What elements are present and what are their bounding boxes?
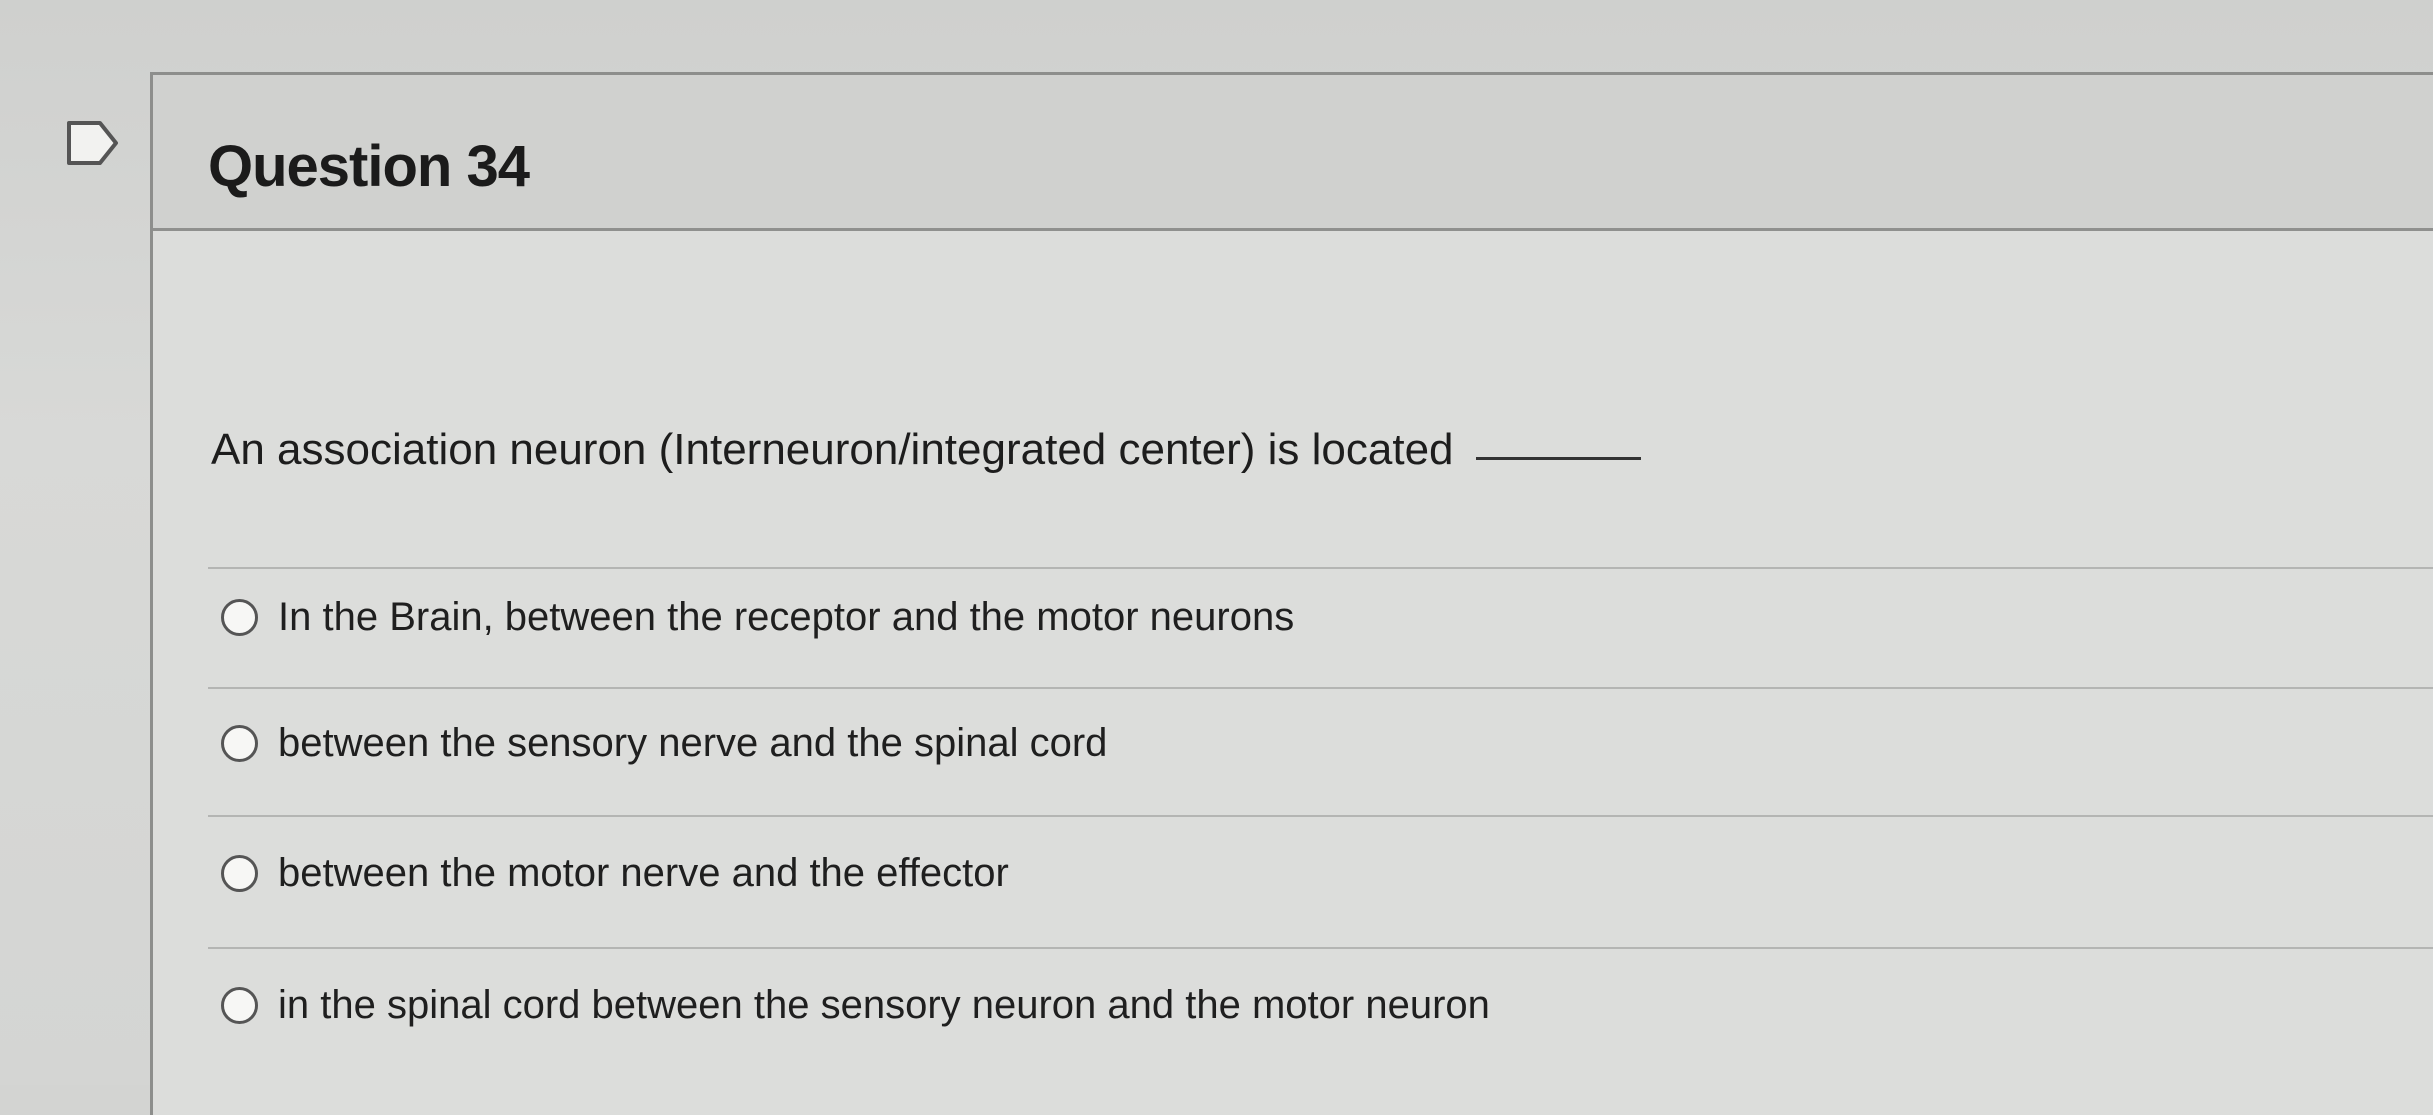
flag-icon-svg [67,121,118,165]
answer-option-3[interactable]: between the motor nerve and the effector [221,843,1009,903]
separator [208,947,2433,949]
answer-option-4[interactable]: in the spinal cord between the sensory n… [221,975,1490,1035]
flag-icon[interactable] [66,120,120,166]
radio-button[interactable] [221,854,258,892]
answer-option-2[interactable]: between the sensory nerve and the spinal… [221,713,1107,773]
separator [208,815,2433,817]
separator [208,687,2433,689]
radio-button[interactable] [221,598,258,636]
answer-option-label: In the Brain, between the receptor and t… [278,594,1295,639]
question-header: Question 34 [153,75,2433,231]
answer-blank [1475,457,1641,460]
question-prompt: An association neuron (Interneuron/integ… [211,425,1641,475]
question-card: Question 34 2 An association neuron (Int… [150,72,2433,1115]
answer-option-label: in the spinal cord between the sensory n… [278,982,1490,1027]
separator [208,567,2433,569]
question-text: An association neuron (Interneuron/integ… [211,425,1454,474]
question-title: Question 34 [208,134,530,199]
answer-option-1[interactable]: In the Brain, between the receptor and t… [221,587,1294,647]
radio-button[interactable] [221,724,258,762]
answer-option-label: between the sensory nerve and the spinal… [278,720,1108,765]
radio-button[interactable] [221,986,258,1024]
answer-option-label: between the motor nerve and the effector [278,850,1009,895]
